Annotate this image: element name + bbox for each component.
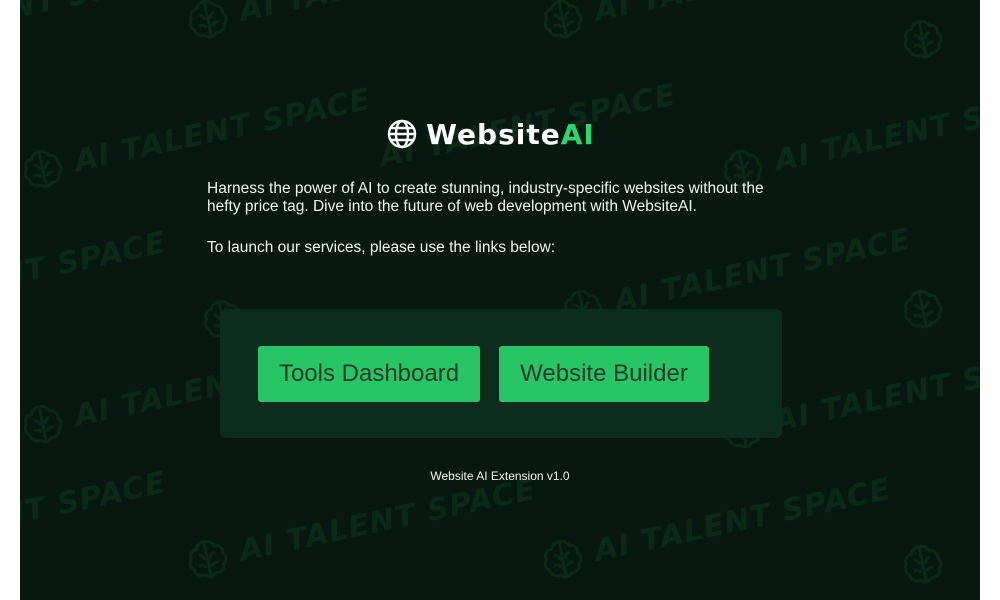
watermark-text: NT SPACE [20,0,180,27]
watermark-text: NT SPACE [20,225,170,295]
watermark [895,536,950,591]
brain-icon [895,281,950,336]
globe-icon [386,118,418,150]
watermark: NT SPACE [20,0,180,27]
brain-icon [535,531,590,586]
logo: WebsiteAI [199,110,782,158]
watermark-text: AI TALENT SPACE [236,471,540,569]
brain-icon [20,141,70,196]
main-content: WebsiteAI Harness the power of AI to cre… [207,110,782,257]
logo-text: WebsiteAI [426,118,595,151]
version-footer: Website AI Extension v1.0 [430,469,570,483]
extension-popup: NT SPACE AI TALENT SPACE AI TALENT SPACE… [20,0,980,600]
watermark: NT SPACE [20,225,170,295]
watermark: AI TALENT SPACE [180,0,540,45]
brain-icon [180,0,235,45]
intro-text: Harness the power of AI to create stunni… [207,180,764,215]
brain-icon [895,11,950,66]
watermark-text: AI TALENT SPACE [591,0,894,28]
brain-icon [895,536,950,591]
links-panel: Tools Dashboard Website Builder [220,309,782,438]
launch-instructions: To launch our services, please use the l… [207,239,556,256]
watermark: AI TALENT SPACE [535,0,895,45]
watermark-text: AI TALENT SPA [771,350,980,439]
logo-name-main: Website [426,117,561,151]
website-builder-button[interactable]: Website Builder [499,346,709,402]
watermark [895,281,950,336]
watermark-text: AI TALENT SPA [771,90,980,179]
watermark: AI TALENT SPACE [180,466,540,586]
watermark: AI TALENT SPACE [535,466,895,586]
watermark [895,11,950,66]
tools-dashboard-button[interactable]: Tools Dashboard [258,346,480,402]
watermark-layer: NT SPACE AI TALENT SPACE AI TALENT SPACE… [20,0,980,600]
watermark-text: AI TALENT SPACE [591,471,895,569]
brain-icon [180,531,235,586]
brain-icon [20,396,70,451]
watermark-text: AI TALENT SPACE [236,0,539,28]
brain-icon [535,0,590,45]
logo-name-accent: AI [560,117,595,151]
